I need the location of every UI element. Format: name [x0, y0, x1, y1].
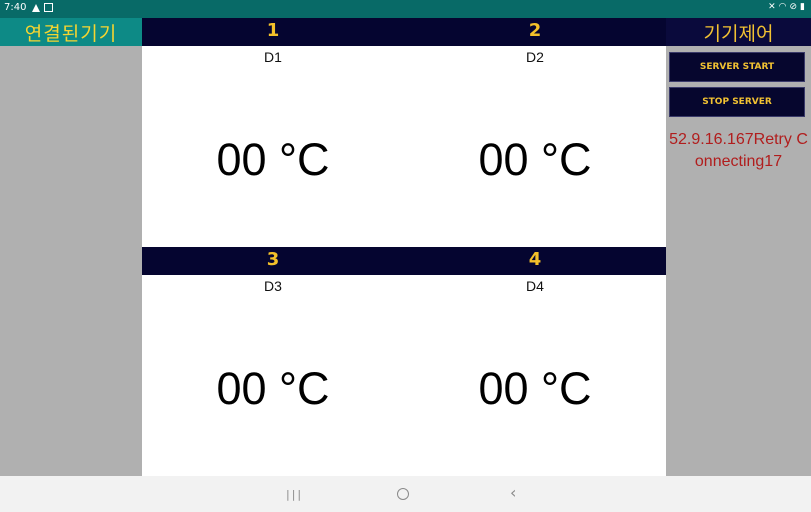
navigation-bar: ||| ‹ — [0, 476, 811, 512]
temperature-3: 00 °C — [216, 363, 330, 414]
connection-status: 52.9.16.167Retry Connecting17 — [669, 131, 808, 170]
home-icon[interactable] — [397, 488, 409, 500]
temperature-4: 00 °C — [478, 363, 592, 414]
battery-icon: ▮ — [800, 2, 805, 12]
device-name-3: D3 — [264, 278, 282, 294]
connected-devices-title: 연결된기기 — [0, 18, 142, 46]
clock: 7:40 — [4, 2, 27, 13]
device-number-1: 1 — [266, 20, 280, 41]
device-control-panel: 기기제어 SERVER START STOP SERVER 52.9.16.16… — [666, 18, 811, 476]
warning-icon — [32, 3, 41, 12]
device-row-header-1: 1 2 — [142, 18, 666, 46]
device-row-header-2: 3 4 — [142, 247, 666, 275]
device-name-4: D4 — [526, 278, 544, 294]
server-start-button[interactable]: SERVER START — [669, 52, 805, 82]
device-number-4: 4 — [528, 249, 542, 270]
device-card-1[interactable]: D1 00 °C — [142, 46, 404, 247]
device-number-3: 3 — [266, 249, 280, 270]
status-bar: 7:40 ✕ ◠ ⊘ ▮ — [0, 0, 811, 18]
status-bar-right: ✕ ◠ ⊘ ▮ — [768, 2, 805, 12]
temperature-2: 00 °C — [478, 134, 592, 185]
mute-icon: ✕ — [768, 2, 776, 12]
device-card-4[interactable]: D4 00 °C — [404, 275, 666, 476]
wifi-icon: ◠ — [778, 2, 787, 12]
device-name-2: D2 — [526, 49, 544, 65]
temperature-1: 00 °C — [216, 134, 330, 185]
device-card-3[interactable]: D3 00 °C — [142, 275, 404, 476]
back-icon[interactable]: ‹ — [510, 483, 516, 502]
device-number-2: 2 — [528, 20, 542, 41]
connected-devices-panel: 연결된기기 — [0, 18, 142, 476]
device-grid: 1 2 D1 00 °C D2 00 °C 3 4 D3 00 °C D4 00… — [142, 18, 666, 476]
device-card-2[interactable]: D2 00 °C — [404, 46, 666, 247]
stop-server-button[interactable]: STOP SERVER — [669, 87, 805, 117]
notification-icon — [44, 3, 54, 12]
recent-apps-icon[interactable]: ||| — [286, 488, 303, 501]
device-control-title: 기기제어 — [666, 18, 811, 46]
status-bar-left: 7:40 — [4, 2, 54, 13]
device-name-1: D1 — [264, 49, 282, 65]
dnd-icon: ⊘ — [789, 2, 798, 12]
